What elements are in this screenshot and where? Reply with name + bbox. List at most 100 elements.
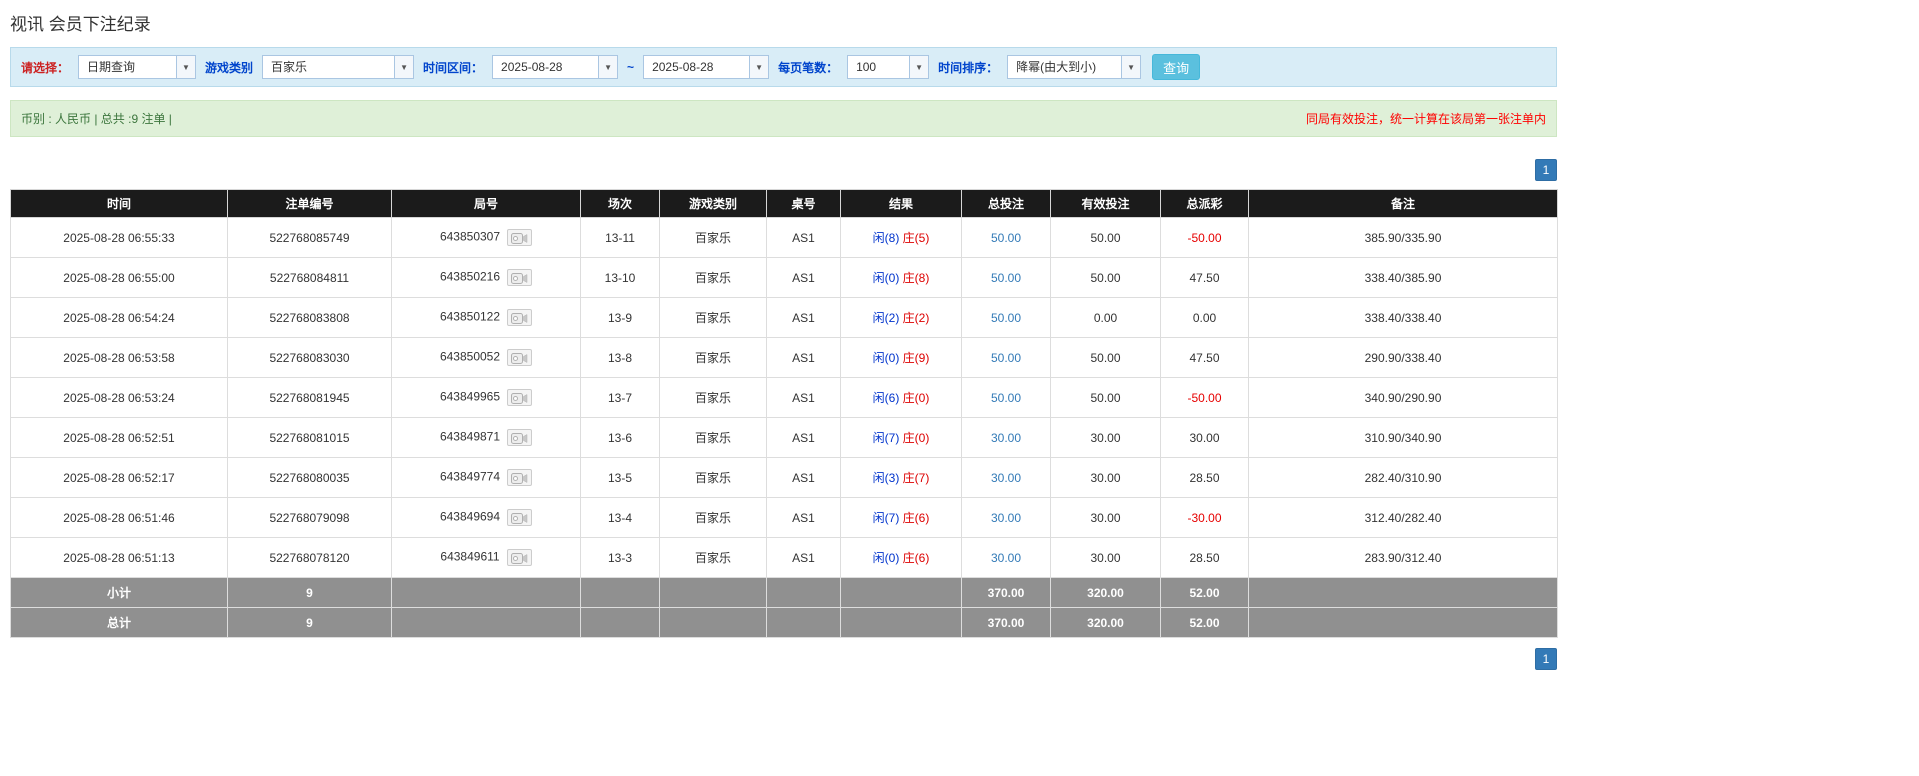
game-type-cell: 百家乐 [659, 417, 767, 458]
result-cell: 闲(0) 庄(9) [840, 337, 962, 378]
bet-id-cell: 522768080035 [227, 457, 392, 498]
page-button[interactable]: 1 [1535, 648, 1557, 670]
summary-cell [766, 607, 841, 638]
table-row: 2025-08-28 06:52:17 522768080035 643849774… [10, 457, 1558, 498]
calendar-dropdown-icon[interactable]: ▼ [598, 56, 618, 78]
date-from-input[interactable]: 2025-08-28 ▼ [492, 55, 619, 79]
note-cell: 338.40/385.90 [1248, 257, 1558, 298]
summary-cell [1248, 577, 1558, 608]
chevron-down-icon[interactable]: ▼ [176, 56, 196, 78]
chevron-down-icon[interactable]: ▼ [394, 56, 414, 78]
player-result: 闲(3) [872, 471, 900, 485]
total-bet-link[interactable]: 50.00 [961, 337, 1051, 378]
payout-cell: 47.50 [1160, 337, 1249, 378]
time-cell: 2025-08-28 06:52:17 [10, 457, 228, 498]
video-replay-icon[interactable] [507, 429, 533, 446]
bet-id-cell: 522768083808 [227, 297, 392, 338]
payout-cell: -30.00 [1160, 497, 1249, 538]
summary-cell [659, 607, 767, 638]
chevron-down-icon[interactable]: ▼ [909, 56, 929, 78]
column-header: 有效投注 [1050, 189, 1161, 218]
video-replay-icon[interactable] [507, 309, 533, 326]
bet-id-cell: 522768085749 [227, 217, 392, 258]
valid-bet-cell: 50.00 [1050, 377, 1161, 418]
session-cell: 13-5 [580, 457, 660, 498]
round-id: 643849871 [439, 429, 501, 444]
note-cell: 290.90/338.40 [1248, 337, 1558, 378]
video-replay-icon[interactable] [507, 349, 533, 366]
payout-cell: 28.50 [1160, 537, 1249, 578]
summary-cell: 9 [227, 607, 392, 638]
game-type-select[interactable]: 百家乐 ▼ [262, 55, 415, 79]
sort-order-select[interactable]: 降幂(由大到小) ▼ [1007, 55, 1142, 79]
video-replay-icon[interactable] [506, 549, 532, 566]
total-bet-link[interactable]: 30.00 [961, 417, 1051, 458]
round-id: 643850307 [439, 229, 501, 244]
date-to-value: 2025-08-28 [652, 60, 714, 74]
total-bet-link[interactable]: 30.00 [961, 457, 1051, 498]
per-page-label: 每页笔数： [778, 60, 839, 75]
query-type-value: 日期查询 [87, 60, 136, 74]
per-page-select[interactable]: 100 ▼ [847, 55, 930, 79]
total-bet-link[interactable]: 30.00 [961, 537, 1051, 578]
date-range-label: 时间区间： [423, 60, 484, 75]
round-id-cell: 643849774 [391, 457, 581, 498]
player-result: 闲(2) [872, 311, 900, 325]
payout-cell: 47.50 [1160, 257, 1249, 298]
note-cell: 385.90/335.90 [1248, 217, 1558, 258]
banker-result: 庄(8) [902, 271, 930, 285]
query-button[interactable]: 查询 [1152, 54, 1201, 80]
valid-bet-cell: 30.00 [1050, 497, 1161, 538]
banker-result: 庄(2) [902, 311, 930, 325]
video-replay-icon[interactable] [507, 269, 533, 286]
total-bet-link[interactable]: 50.00 [961, 377, 1051, 418]
summary-cell: 小计 [10, 577, 228, 608]
valid-bet-cell: 50.00 [1050, 337, 1161, 378]
column-header: 注单编号 [227, 189, 392, 218]
filter-bar: 请选择： 日期查询 ▼ 游戏类别 百家乐 ▼ 时间区间： 2025-08-28 … [10, 47, 1557, 87]
summary-cell [391, 607, 581, 638]
game-type-cell: 百家乐 [659, 377, 767, 418]
records-table: 时间 注单编号 局号 场次 游戏类别 桌号 结果 总投注 有效投注 总派彩 备注 2025-08-2… [10, 189, 1558, 638]
summary-cell: 320.00 [1050, 607, 1161, 638]
session-cell: 13-9 [580, 297, 660, 338]
game-type-cell: 百家乐 [659, 257, 767, 298]
total-bet-link[interactable]: 50.00 [961, 297, 1051, 338]
session-cell: 13-6 [580, 417, 660, 458]
column-header: 游戏类别 [659, 189, 767, 218]
calendar-dropdown-icon[interactable]: ▼ [749, 56, 769, 78]
total-bet-link[interactable]: 50.00 [961, 217, 1051, 258]
video-replay-icon[interactable] [507, 469, 533, 486]
summary-cell: 52.00 [1160, 607, 1249, 638]
per-page-value: 100 [856, 60, 877, 74]
round-id: 643850216 [439, 269, 501, 284]
video-replay-icon[interactable] [507, 389, 533, 406]
chevron-down-icon[interactable]: ▼ [1121, 56, 1141, 78]
total-bet-link[interactable]: 50.00 [961, 257, 1051, 298]
session-cell: 13-8 [580, 337, 660, 378]
round-id-cell: 643850122 [391, 297, 581, 338]
table-row: 2025-08-28 06:53:24 522768081945 643849965… [10, 377, 1558, 418]
game-type-cell: 百家乐 [659, 337, 767, 378]
video-replay-icon[interactable] [507, 229, 533, 246]
summary-cell [840, 607, 962, 638]
total-bet-link[interactable]: 30.00 [961, 497, 1051, 538]
total-row: 总计 9 370.00 320.00 52.00 [10, 607, 1558, 638]
note-cell: 340.90/290.90 [1248, 377, 1558, 418]
page-button[interactable]: 1 [1535, 159, 1557, 181]
date-to-input[interactable]: 2025-08-28 ▼ [643, 55, 770, 79]
summary-cell: 52.00 [1160, 577, 1249, 608]
player-result: 闲(8) [872, 231, 900, 245]
video-replay-icon[interactable] [507, 509, 533, 526]
note-cell: 338.40/338.40 [1248, 297, 1558, 338]
banker-result: 庄(7) [902, 471, 930, 485]
banker-result: 庄(9) [902, 351, 930, 365]
round-id-cell: 643850052 [391, 337, 581, 378]
round-id: 643850122 [439, 309, 501, 324]
valid-bet-cell: 30.00 [1050, 457, 1161, 498]
player-result: 闲(0) [872, 271, 900, 285]
summary-cell: 370.00 [961, 607, 1051, 638]
result-cell: 闲(0) 庄(6) [840, 537, 962, 578]
query-type-select[interactable]: 日期查询 ▼ [78, 55, 197, 79]
player-result: 闲(0) [872, 351, 900, 365]
